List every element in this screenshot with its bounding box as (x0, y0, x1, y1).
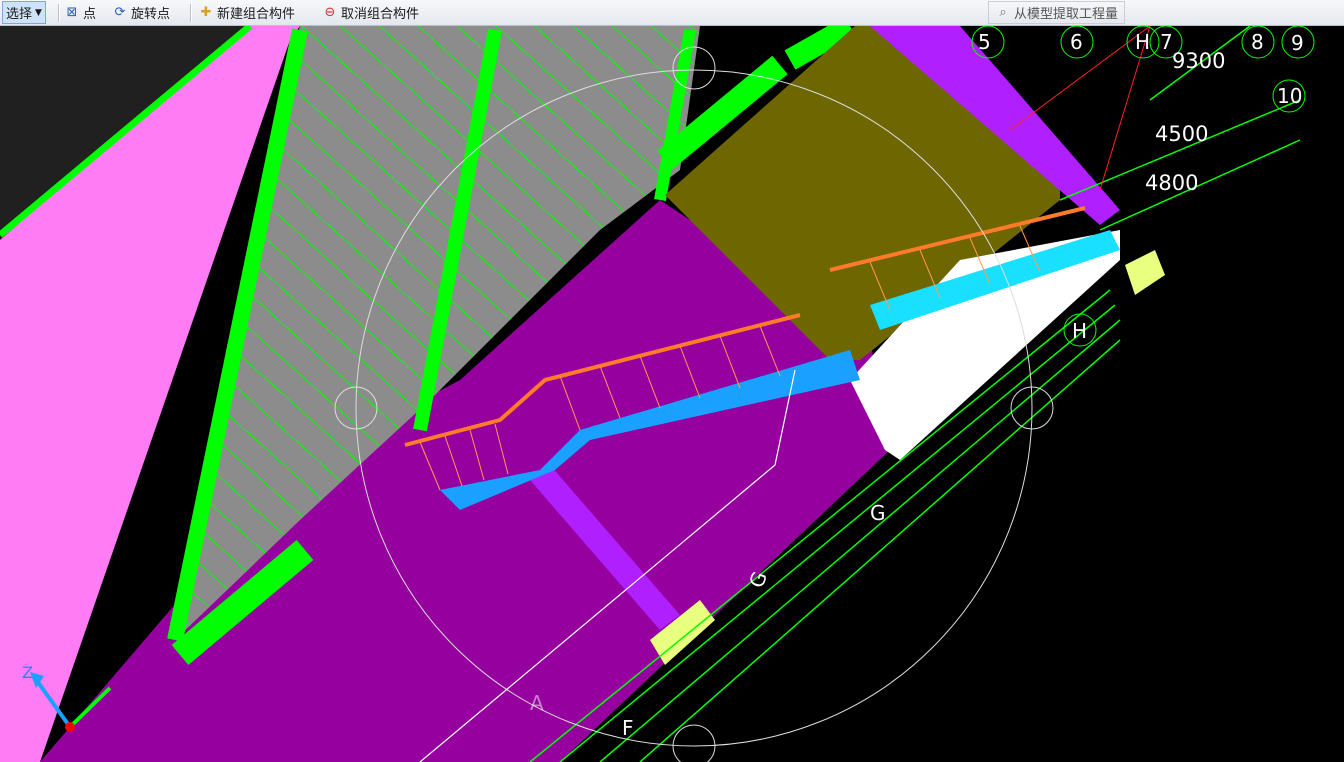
axis-label: 10 (1277, 84, 1302, 108)
toolbar-separator (58, 4, 60, 22)
axis-label: G (744, 568, 772, 591)
select-dropdown[interactable]: 选择 ▼ (2, 1, 46, 24)
axis-label: H (1072, 319, 1087, 343)
toolbar-separator (190, 4, 192, 22)
dimension-label: 4500 (1155, 122, 1208, 146)
cancel-group-button[interactable]: ⊖ 取消组合构件 (322, 1, 419, 24)
new-group-label: 新建组合构件 (217, 7, 296, 22)
toolbar: 选择 ▼ ⊠ 点 ⟳ 旋转点 ✚ 新建组合构件 ⊖ 取消组合构件 ⌕ 从模型提取… (0, 0, 1344, 26)
point-icon: ⊠ (66, 4, 78, 20)
point-label: 点 (83, 7, 97, 22)
model-scene: 5 6 H 7 8 9 10 H G G F A 9300 4500 4800 … (0, 26, 1315, 762)
rotate-icon: ⟳ (114, 4, 126, 20)
rotate-point-label: 旋转点 (131, 7, 171, 22)
z-axis-label: Z (22, 663, 33, 682)
dimension-label: 9300 (1172, 49, 1225, 73)
new-group-button[interactable]: ✚ 新建组合构件 (198, 1, 295, 24)
3d-model-viewport[interactable]: 5 6 H 7 8 9 10 H G G F A 9300 4500 4800 … (0, 26, 1344, 762)
cancel-group-icon: ⊖ (324, 4, 336, 20)
axis-label: 5 (978, 30, 991, 54)
search-icon: ⌕ (999, 4, 1007, 20)
extract-label: 从模型提取工程量 (1014, 7, 1119, 22)
extract-quantity-button[interactable]: ⌕ 从模型提取工程量 (988, 1, 1126, 24)
rotate-point-button[interactable]: ⟳ 旋转点 (112, 1, 170, 24)
chevron-down-icon: ▼ (35, 7, 42, 18)
axis-label: 8 (1251, 30, 1264, 54)
point-button[interactable]: ⊠ 点 (64, 1, 96, 24)
dimension-label: 4800 (1145, 171, 1198, 195)
axis-label: G (870, 501, 886, 525)
select-label: 选择 (6, 7, 33, 22)
axis-label: H (1135, 30, 1150, 54)
axis-label: 9 (1291, 31, 1304, 55)
arcball-handle (672, 724, 716, 762)
column-cap (1125, 250, 1165, 295)
axis-label: 6 (1070, 30, 1083, 54)
axis-label: 7 (1160, 30, 1173, 54)
axis-label: A (530, 691, 544, 715)
cancel-group-label: 取消组合构件 (341, 7, 420, 22)
axis-label: F (622, 716, 634, 740)
new-group-icon: ✚ (200, 4, 212, 20)
